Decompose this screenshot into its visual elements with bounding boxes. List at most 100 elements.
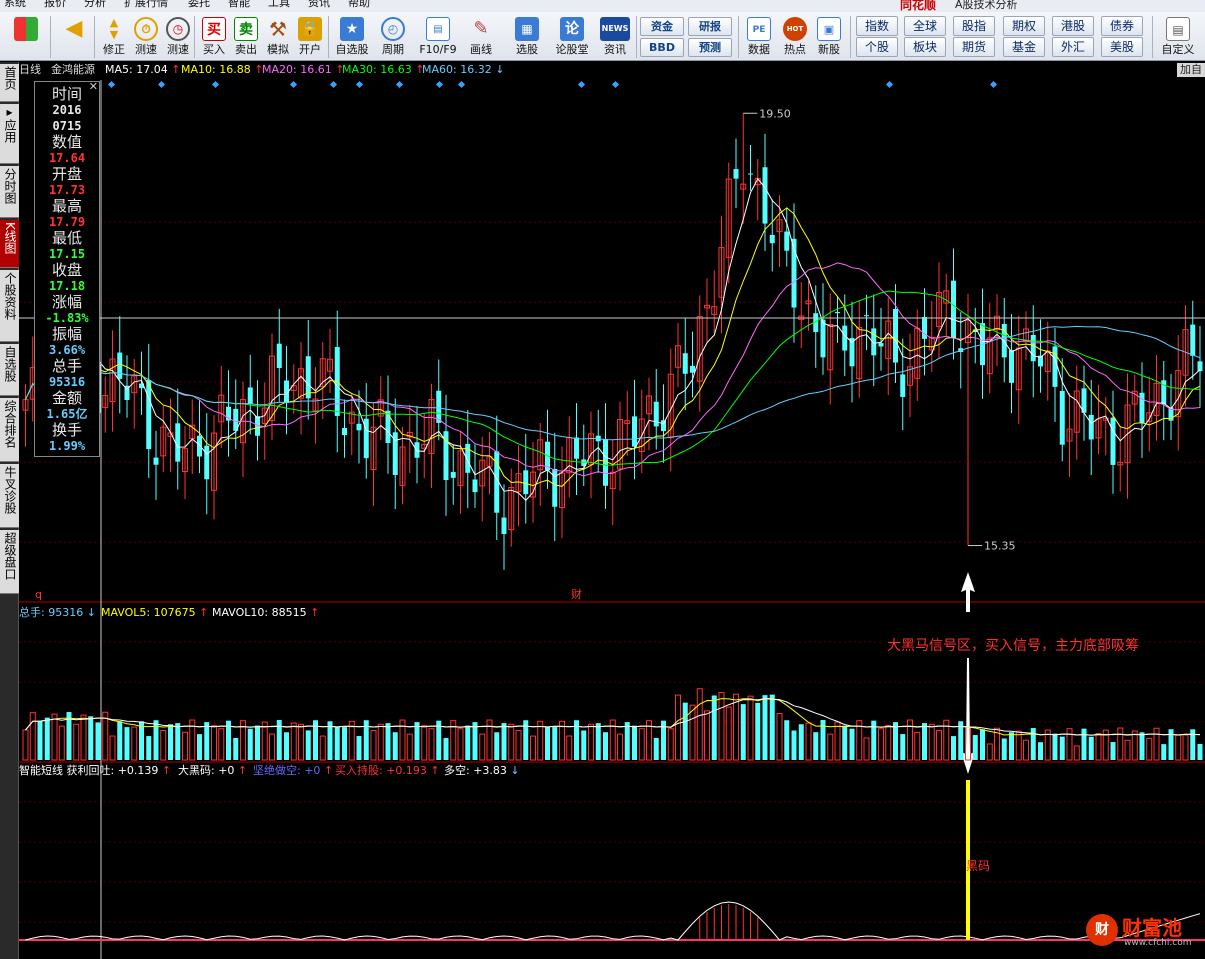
ipo-button[interactable]: ▣ 新股 bbox=[814, 15, 844, 59]
f10-button[interactable]: ▤ F10/F9 bbox=[418, 15, 458, 59]
menu-news[interactable]: 资讯 bbox=[308, 0, 330, 10]
volume-bar bbox=[197, 734, 202, 760]
watermark-logo-icon: 财 bbox=[1086, 914, 1118, 946]
tab-diagnosis[interactable]: 牛叉诊股 bbox=[0, 464, 19, 528]
menu-order[interactable]: 委托 bbox=[188, 0, 210, 10]
research-button[interactable]: 研报 bbox=[688, 17, 732, 36]
stock-index-button[interactable]: 股指 bbox=[953, 16, 995, 36]
candle-body bbox=[900, 374, 906, 397]
volume-bar bbox=[233, 737, 239, 760]
candle-body bbox=[871, 328, 877, 356]
menu-system[interactable]: 系统 bbox=[4, 0, 26, 10]
candle-body bbox=[661, 420, 666, 432]
hot-button[interactable]: HOT 热点 bbox=[780, 15, 810, 59]
volume-bar bbox=[44, 717, 50, 760]
volume-bar bbox=[102, 711, 109, 761]
volume-bar bbox=[319, 735, 326, 761]
candle-body bbox=[690, 365, 695, 373]
volume-bar bbox=[261, 721, 268, 761]
data-window-label: 振幅 bbox=[51, 325, 82, 343]
customize-button[interactable]: ▤ 自定义 bbox=[1158, 15, 1198, 59]
legend-item: 坚绝做空: +0 ↑ bbox=[253, 764, 334, 777]
candle-body bbox=[878, 343, 884, 347]
volume-bar bbox=[696, 688, 703, 761]
tab-apps[interactable]: ▸ 应用 bbox=[0, 104, 19, 164]
hk-stocks-button[interactable]: 港股 bbox=[1052, 16, 1094, 36]
menu-quote[interactable]: 报价 bbox=[44, 0, 66, 10]
volume-bar bbox=[160, 729, 167, 761]
period-button[interactable]: ◴ 周期 bbox=[376, 15, 410, 59]
tab-watchlist[interactable]: 自选股 bbox=[0, 344, 19, 396]
menu-help[interactable]: 帮助 bbox=[348, 0, 370, 10]
candle-body bbox=[385, 410, 391, 443]
event-diamond-icon bbox=[435, 80, 444, 89]
volume-bar bbox=[986, 743, 993, 761]
tab-super-board[interactable]: 超级盘口 bbox=[0, 530, 19, 594]
volume-bar bbox=[1095, 733, 1102, 761]
options-button[interactable]: 期权 bbox=[1003, 16, 1045, 36]
close-icon[interactable]: ✕ bbox=[89, 80, 98, 93]
news-button[interactable]: NEWS 资讯 bbox=[598, 15, 632, 59]
volume-bar bbox=[22, 729, 29, 761]
black-horse-signal-label: 黑码 bbox=[966, 859, 990, 873]
stock-screen-button[interactable]: ▦ 选股 bbox=[510, 15, 544, 59]
forum-button[interactable]: 论 论股堂 bbox=[554, 15, 590, 59]
data-window-value: 17.15 bbox=[48, 247, 86, 261]
menu-extended[interactable]: 扩展行情 bbox=[124, 0, 168, 10]
bonds-button[interactable]: 债券 bbox=[1101, 16, 1143, 36]
open-account-button[interactable]: 🔒 开户 bbox=[294, 15, 326, 59]
volume-bar bbox=[1110, 742, 1116, 760]
mavol-line-5 bbox=[25, 697, 1201, 736]
capital-button[interactable]: 资金 bbox=[640, 17, 684, 36]
windows-button[interactable] bbox=[10, 15, 42, 59]
candle-body bbox=[922, 317, 927, 339]
volume-bar bbox=[1117, 727, 1124, 761]
event-diamond-icon bbox=[989, 80, 998, 89]
low-price-label: 15.35 bbox=[984, 540, 1016, 553]
draw-line-button[interactable]: ✎ 画线 bbox=[464, 15, 498, 59]
index-button[interactable]: 指数 bbox=[856, 16, 898, 36]
legend-item: 多空: +3.83 ↓ bbox=[444, 764, 520, 777]
forecast-button[interactable]: 预测 bbox=[688, 38, 732, 57]
funds-button[interactable]: 基金 bbox=[1003, 37, 1045, 57]
volume-bar bbox=[117, 721, 123, 760]
volume-bar bbox=[1182, 734, 1189, 761]
tab-intraday[interactable]: 分时图 bbox=[0, 166, 19, 218]
tab-ranking[interactable]: 综合排名 bbox=[0, 398, 19, 462]
legend-item: 大黑码: +0 ↑ bbox=[178, 764, 248, 777]
candle-body bbox=[1110, 417, 1116, 465]
candle-body bbox=[1030, 334, 1036, 362]
tab-stock-profile[interactable]: 个股资料 bbox=[0, 270, 19, 342]
volume-bar bbox=[530, 735, 536, 761]
chart-area[interactable]: 日线 金鸿能源 MA5: 17.04 ↑ MA10: 16.88 ↑ MA20: 1… bbox=[19, 62, 1205, 959]
kline-chart[interactable]: 19.50 15.35 财 q 黑码 bbox=[19, 62, 1205, 959]
volume-bar bbox=[928, 723, 935, 761]
volume-bar bbox=[784, 720, 790, 760]
menu-tools[interactable]: 工具 bbox=[268, 0, 290, 10]
back-button[interactable]: ◀ bbox=[58, 15, 90, 59]
futures-button[interactable]: 期货 bbox=[953, 37, 995, 57]
candle-body bbox=[842, 325, 848, 351]
bbd-button[interactable]: BBD bbox=[640, 38, 684, 57]
data-window-value: 1.65亿 bbox=[46, 407, 88, 421]
menu-analysis[interactable]: 分析 bbox=[84, 0, 106, 10]
sector-button[interactable]: 板块 bbox=[904, 37, 946, 57]
global-button[interactable]: 全球 bbox=[904, 16, 946, 36]
data-button[interactable]: PE 数据 bbox=[744, 15, 774, 59]
volume-bar bbox=[204, 722, 210, 760]
forex-button[interactable]: 外汇 bbox=[1052, 37, 1094, 57]
volume-bar bbox=[791, 730, 797, 760]
tab-kline[interactable]: K线图 bbox=[0, 220, 19, 268]
watchlist-button[interactable]: ★ 自选股 bbox=[334, 15, 370, 59]
volume-bar bbox=[269, 733, 275, 761]
us-stocks-button[interactable]: 美股 bbox=[1101, 37, 1143, 57]
single-stock-button[interactable]: 个股 bbox=[856, 37, 898, 57]
volume-bar bbox=[922, 723, 927, 760]
event-diamond-icon bbox=[885, 80, 894, 89]
stopwatch-button[interactable]: ◷ 测速 bbox=[162, 15, 194, 59]
candle-body bbox=[1009, 350, 1014, 383]
menu-smart[interactable]: 智能 bbox=[228, 0, 250, 10]
tab-home[interactable]: 首页 bbox=[0, 64, 19, 102]
volume-bar bbox=[218, 728, 225, 761]
volume-bar bbox=[175, 723, 181, 760]
